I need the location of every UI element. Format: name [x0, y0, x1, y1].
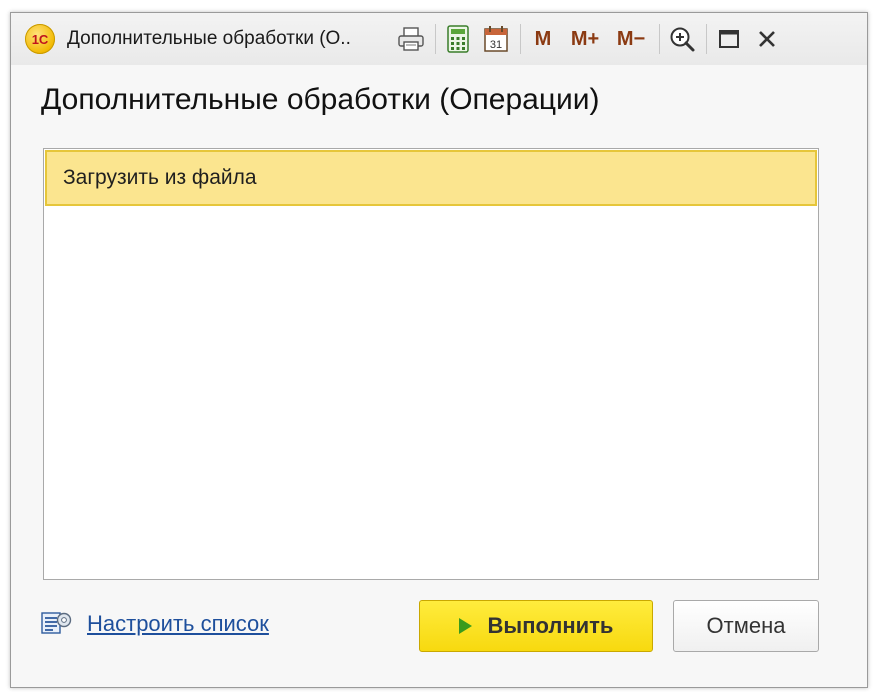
settings-area: Настроить список: [41, 610, 269, 638]
title-bar: 1С Дополнительные обработки (О.. 31 M M+…: [11, 13, 867, 65]
toolbar-separator: [659, 24, 660, 54]
toolbar-separator: [435, 24, 436, 54]
calendar-day: 31: [490, 39, 502, 51]
dialog-window: 1С Дополнительные обработки (О.. 31 M M+…: [10, 12, 868, 688]
page-title: Дополнительные обработки (Операции): [41, 83, 600, 116]
cancel-button[interactable]: Отмена: [673, 600, 819, 652]
toolbar-separator: [520, 24, 521, 54]
play-icon: [458, 618, 472, 634]
zoom-icon[interactable]: [666, 23, 698, 55]
customize-list-link[interactable]: Настроить список: [87, 611, 269, 637]
operations-list[interactable]: Загрузить из файла: [43, 148, 819, 580]
memory-minus-button[interactable]: M−: [611, 23, 651, 55]
toolbar-separator: [706, 24, 707, 54]
execute-button-label: Выполнить: [487, 613, 614, 638]
execute-button[interactable]: Выполнить: [419, 600, 653, 652]
calculator-icon[interactable]: [442, 23, 474, 55]
memory-plus-button[interactable]: M+: [565, 23, 605, 55]
list-item[interactable]: Загрузить из файла: [45, 150, 817, 206]
list-settings-icon[interactable]: [41, 610, 73, 638]
window-title: Дополнительные обработки (О..: [67, 28, 351, 49]
maximize-icon[interactable]: [713, 23, 745, 55]
calendar-icon[interactable]: 31: [480, 23, 512, 55]
app-logo-icon[interactable]: 1С: [25, 24, 55, 54]
memory-button[interactable]: M: [527, 23, 559, 55]
cancel-button-label: Отмена: [706, 613, 786, 638]
close-icon[interactable]: [751, 23, 783, 55]
print-icon[interactable]: [395, 23, 427, 55]
